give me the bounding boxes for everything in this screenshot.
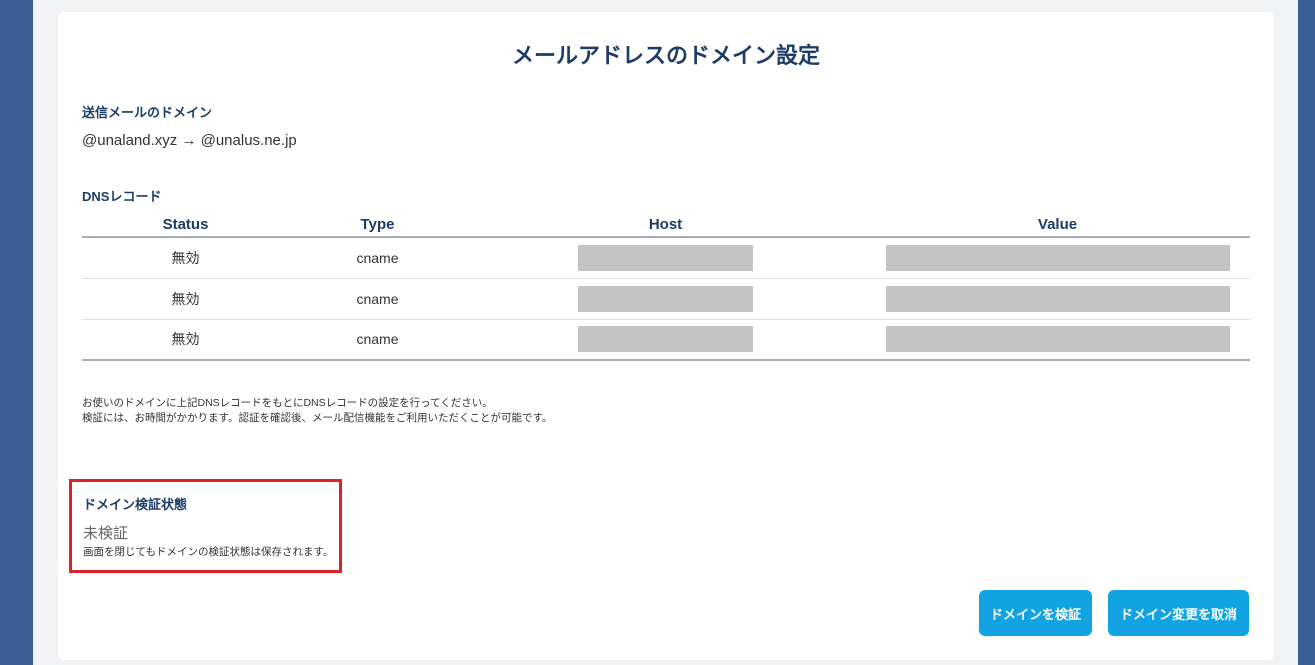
- table-header-row: Status Type Host Value: [82, 212, 1250, 238]
- table-row: 無効 cname: [82, 237, 1250, 279]
- record-host: [466, 237, 865, 279]
- page-frame: メールアドレスのドメイン設定 送信メールのドメイン @unaland.xyz →…: [33, 0, 1298, 665]
- verify-domain-button[interactable]: ドメインを検証: [979, 590, 1092, 636]
- column-header-value: Value: [865, 212, 1250, 238]
- record-type: cname: [289, 319, 466, 361]
- record-type: cname: [289, 237, 466, 279]
- table-row: 無効 cname: [82, 278, 1250, 320]
- cancel-domain-change-button[interactable]: ドメイン変更を取消: [1108, 590, 1249, 636]
- table-row: 無効 cname: [82, 319, 1250, 361]
- record-host: [466, 278, 865, 320]
- record-status: 無効: [82, 319, 289, 361]
- redacted-host: [578, 244, 753, 271]
- dns-instruction-line: 検証には、お時間がかかります。認証を確認後、メール配信機能をご利用いただくことが…: [82, 412, 553, 424]
- redacted-host: [578, 326, 753, 353]
- dns-records-label: DNSレコード: [82, 189, 162, 204]
- settings-card: メールアドレスのドメイン設定 送信メールのドメイン @unaland.xyz →…: [58, 12, 1274, 660]
- record-type: cname: [289, 278, 466, 320]
- verification-status-box: ドメイン検証状態 未検証 画面を閉じてもドメインの検証状態は保存されます。: [69, 479, 342, 573]
- column-header-status: Status: [82, 212, 289, 238]
- verification-status-heading: ドメイン検証状態: [83, 497, 188, 512]
- record-value: [865, 237, 1250, 279]
- dns-instruction-line: お使いのドメインに上記DNSレコードをもとにDNSレコードの設定を行ってください…: [82, 397, 493, 409]
- verification-status-hint: 画面を閉じてもドメインの検証状態は保存されます。: [83, 546, 334, 558]
- record-value: [865, 278, 1250, 320]
- record-value: [865, 319, 1250, 361]
- redacted-host: [578, 285, 753, 312]
- dns-records-table: Status Type Host Value 無効 cname 無効 cname: [82, 212, 1250, 361]
- record-status: 無効: [82, 237, 289, 279]
- sending-domain-label: 送信メールのドメイン: [82, 105, 213, 120]
- dns-instructions: お使いのドメインに上記DNSレコードをもとにDNSレコードの設定を行ってください…: [82, 396, 552, 426]
- record-host: [466, 319, 865, 361]
- redacted-value: [885, 244, 1230, 271]
- page-title: メールアドレスのドメイン設定: [511, 43, 820, 68]
- column-header-host: Host: [466, 212, 865, 238]
- redacted-value: [885, 326, 1230, 353]
- redacted-value: [885, 285, 1230, 312]
- verification-status-value: 未検証: [83, 525, 129, 542]
- column-header-type: Type: [289, 212, 466, 238]
- record-status: 無効: [82, 278, 289, 320]
- sending-domain-value: @unaland.xyz → @unalus.ne.jp: [82, 132, 297, 149]
